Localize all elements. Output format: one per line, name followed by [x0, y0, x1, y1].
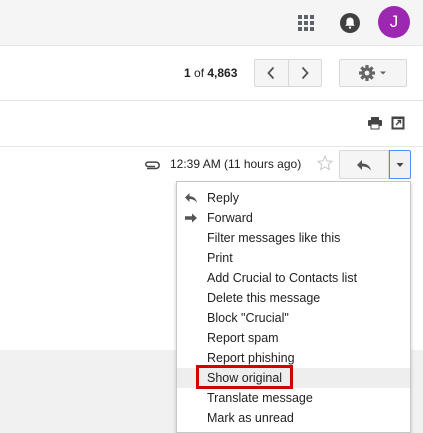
- menu-item-label: Mark as unread: [207, 411, 294, 425]
- print-icon[interactable]: [368, 116, 382, 130]
- menu-item-translate-message[interactable]: Translate message: [177, 388, 410, 408]
- menu-item-report-phishing[interactable]: Report phishing: [177, 348, 410, 368]
- chevron-left-icon: [267, 66, 275, 80]
- menu-item-label: Report spam: [207, 331, 279, 345]
- open-in-new-window-icon[interactable]: [391, 116, 405, 130]
- menu-item-label: Filter messages like this: [207, 231, 341, 245]
- pagination-current: 1: [184, 66, 191, 80]
- menu-item-block-sender[interactable]: Block "Crucial": [177, 308, 410, 328]
- pagination-text: 1 of 4,863: [184, 66, 237, 80]
- menu-item-label: Report phishing: [207, 351, 295, 365]
- menu-item-delete-message[interactable]: Delete this message: [177, 288, 410, 308]
- menu-item-label: Forward: [207, 211, 253, 225]
- settings-button[interactable]: [339, 59, 407, 87]
- menu-item-label: Show original: [207, 371, 283, 385]
- menu-item-add-to-contacts[interactable]: Add Crucial to Contacts list: [177, 268, 410, 288]
- menu-item-label: Translate message: [207, 391, 313, 405]
- more-options-button[interactable]: [389, 150, 411, 179]
- pagination-buttons: [254, 59, 322, 87]
- gear-icon: [359, 65, 386, 81]
- apps-grid-icon[interactable]: [294, 11, 318, 35]
- menu-item-report-spam[interactable]: Report spam: [177, 328, 410, 348]
- message-actions-menu: Reply Forward Filter messages like this …: [176, 181, 411, 433]
- menu-item-label: Add Crucial to Contacts list: [207, 271, 358, 285]
- newer-button[interactable]: [255, 60, 288, 86]
- menu-item-mark-unread[interactable]: Mark as unread: [177, 408, 410, 428]
- reply-button[interactable]: [339, 150, 389, 179]
- pagination-of: of: [190, 66, 208, 80]
- message-date: 12:39 AM (11 hours ago): [170, 157, 302, 171]
- reply-icon: [357, 159, 371, 170]
- avatar[interactable]: J: [378, 6, 410, 38]
- header-divider: [0, 146, 423, 147]
- menu-item-show-original[interactable]: Show original: [177, 368, 410, 388]
- star-outline-icon[interactable]: [316, 154, 334, 171]
- menu-item-reply[interactable]: Reply: [177, 188, 410, 208]
- reply-icon: [185, 193, 197, 203]
- message-toolbar: 1 of 4,863: [0, 46, 423, 101]
- menu-item-label: Reply: [207, 191, 239, 205]
- menu-item-print[interactable]: Print: [177, 248, 410, 268]
- notifications-icon[interactable]: [338, 11, 362, 35]
- menu-item-label: Block "Crucial": [207, 311, 289, 325]
- menu-item-label: Delete this message: [207, 291, 321, 305]
- older-button[interactable]: [287, 60, 322, 86]
- caret-down-icon: [396, 162, 404, 167]
- forward-icon: [185, 213, 197, 223]
- top-bar: J: [0, 0, 423, 46]
- menu-item-label: Print: [207, 251, 233, 265]
- menu-item-filter-messages[interactable]: Filter messages like this: [177, 228, 410, 248]
- chevron-right-icon: [301, 66, 309, 80]
- pagination-total: 4,863: [207, 66, 238, 80]
- menu-item-forward[interactable]: Forward: [177, 208, 410, 228]
- paperclip-icon: [143, 158, 161, 170]
